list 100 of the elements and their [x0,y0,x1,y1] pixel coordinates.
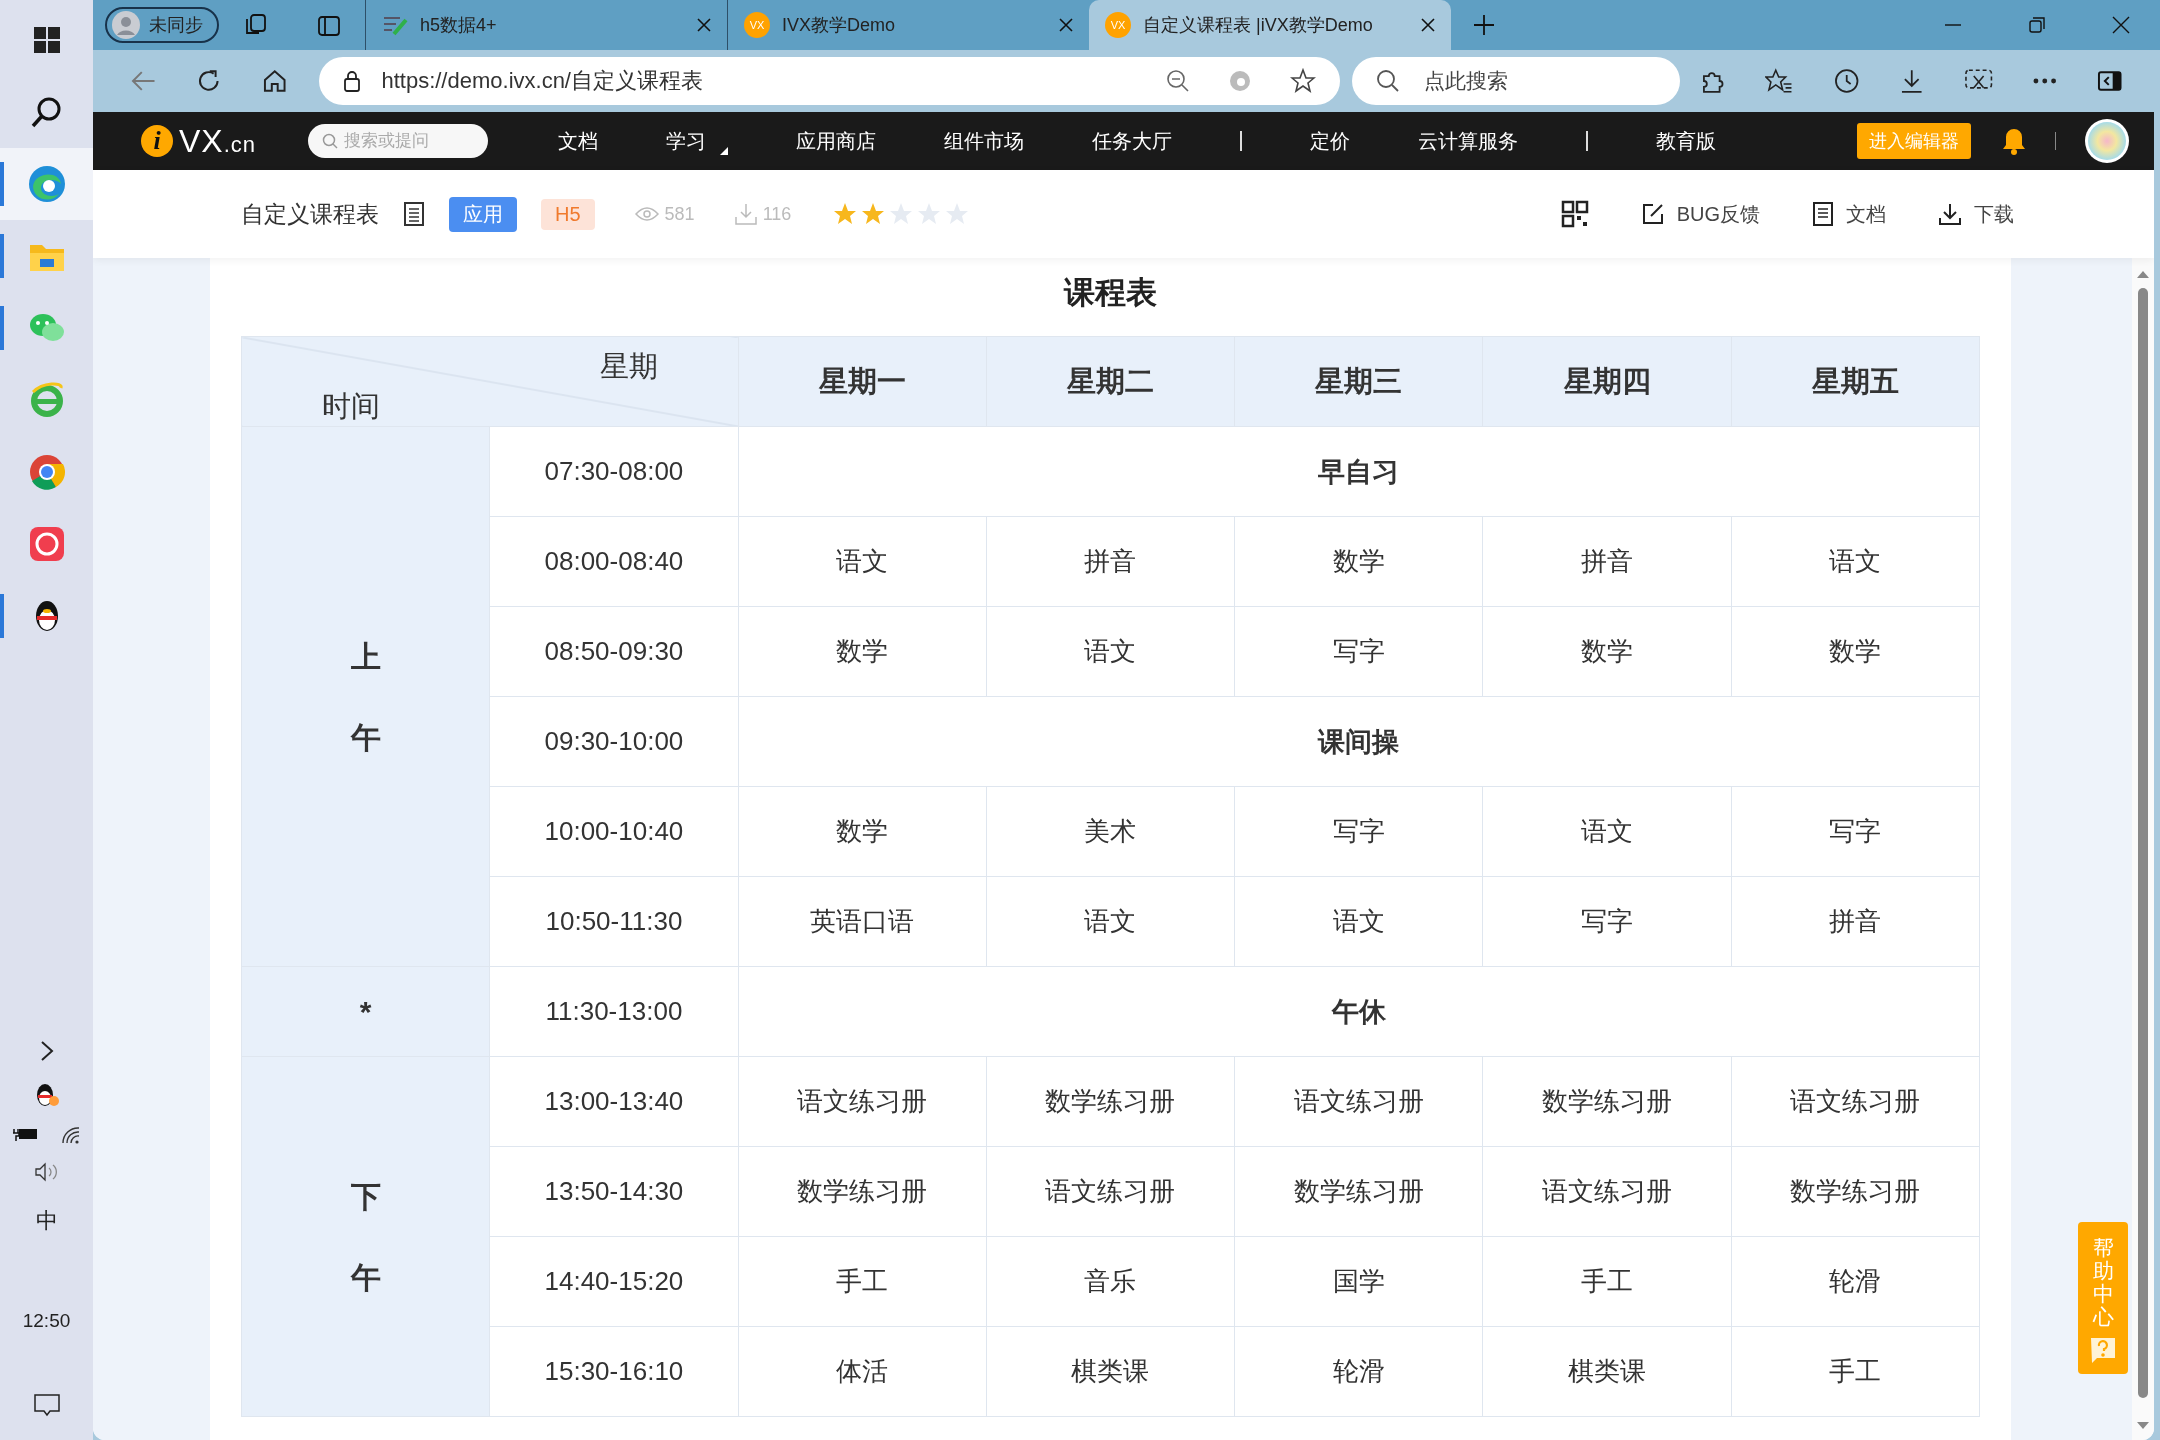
table-cell: 语文 [1234,876,1483,967]
star-icon[interactable] [1289,68,1316,94]
zoom-out-icon[interactable] [1165,69,1190,93]
back-icon[interactable] [131,70,157,92]
chrome-icon [28,454,65,490]
battery-icon[interactable] [12,1126,39,1142]
qr-code-icon[interactable] [1560,200,1589,228]
table-cell: 数学练习册 [1731,1146,1980,1237]
tag: 应用 [449,196,517,232]
scrollbar-thumb[interactable] [2138,288,2148,1398]
toolbar-link[interactable]: 文档 [1812,200,1886,228]
row-header: 时间 [322,389,380,424]
address-bar[interactable]: https://demo.ivx.cn/自定义课程表 [319,57,1340,105]
close-icon[interactable] [697,18,711,32]
browser-tab[interactable]: h5数据4+ [365,0,727,50]
nav-link[interactable]: 应用商店 [796,127,877,155]
period-cell: 下午 [241,1056,490,1417]
download-icon [734,203,757,225]
scroll-up-icon[interactable] [2137,270,2149,278]
break-cell: 午休 [738,966,1980,1057]
document-icon [382,14,408,36]
web-search-field[interactable]: 点此搜索 [1351,57,1680,105]
nav-link[interactable]: 定价 [1310,127,1351,155]
more-icon[interactable] [2033,78,2057,84]
table-cell: 语文练习册 [1482,1146,1732,1237]
timetable-title: 课程表 [1062,274,1158,312]
table-cell: 数学练习册 [1482,1056,1732,1147]
bell-icon[interactable] [2001,127,2027,155]
profile-button[interactable]: 未同步 [105,7,219,43]
clock[interactable]: 12:50 [22,1310,71,1332]
close-icon[interactable] [2112,16,2130,34]
new-tab-icon[interactable] [1473,14,1495,36]
favorites-icon[interactable] [1765,68,1793,94]
table-cell: 语文 [986,876,1235,967]
ie-icon [28,382,65,418]
site-search-field[interactable]: 搜索或提问 [308,124,489,158]
table-cell: 拼音 [986,516,1235,607]
star-icon [861,202,886,226]
column-header: 星期二 [986,336,1235,427]
collections-icon[interactable] [243,13,269,37]
lock-icon [343,70,362,92]
nav-link[interactable]: 教育版 [1656,127,1717,155]
table-cell: 拼音 [1731,876,1980,967]
nav-link[interactable]: 任务大厅 [1092,127,1173,155]
table-cell: 语文练习册 [1234,1056,1483,1147]
table-cell: 语文 [1731,516,1980,607]
table-cell: 美术 [986,786,1235,877]
nav-link[interactable]: 云计算服务 [1418,127,1519,155]
time-cell: 15:30-16:10 [489,1326,739,1417]
table-cell: 数学 [738,786,987,877]
table-cell: 数学 [1731,606,1980,697]
browser-tab[interactable]: VX 自定义课程表 |iVX教学Demo [1089,0,1451,50]
chevron-right-icon[interactable] [39,1040,54,1062]
time-cell: 07:30-08:00 [489,426,739,517]
break-cell: 早自习 [738,426,1980,517]
time-cell: 10:50-11:30 [489,876,739,967]
logo-text[interactable]: VX.cn [179,122,257,160]
time-cell: 09:30-10:00 [489,696,739,787]
ime-indicator[interactable]: 中 [35,1206,58,1236]
tab-actions-icon[interactable] [317,15,341,37]
time-cell: 10:00-10:40 [489,786,739,877]
home-icon[interactable] [261,68,288,94]
logo-mark[interactable]: i [141,125,173,157]
table-cell: 语文 [986,606,1235,697]
search-icon [1375,69,1400,93]
question-icon [2089,1336,2117,1364]
table-cell: 数学 [738,606,987,697]
time-cell: 08:50-09:30 [489,606,739,697]
download-icon[interactable] [1900,68,1924,94]
restore-icon[interactable] [2028,16,2046,34]
table-cell: 写字 [1234,786,1483,877]
sidebar-icon[interactable] [2096,70,2122,92]
nav-link[interactable]: 文档 [558,127,599,155]
nav-link[interactable]: 组件市场 [944,127,1025,155]
close-icon[interactable] [1059,18,1073,32]
period-cell: * [241,966,490,1057]
tag: H5 [541,198,595,230]
site-favicon: VX [1105,12,1131,38]
toolbar-link[interactable]: BUG反馈 [1640,200,1760,228]
close-icon[interactable] [1421,18,1435,32]
wifi-icon[interactable] [60,1126,81,1144]
volume-icon[interactable] [34,1162,59,1182]
caret-icon [720,146,729,155]
scroll-down-icon[interactable] [2137,1422,2149,1430]
browser-tab[interactable]: VX IVX教学Demo [727,0,1089,50]
table-cell: 轮滑 [1731,1236,1980,1327]
table-cell: 数学 [1234,516,1483,607]
document-icon[interactable] [403,201,425,227]
nav-menu[interactable]: 学习 [666,127,729,155]
avatar-icon[interactable] [2084,118,2130,164]
break-cell: 课间操 [738,696,1980,787]
site-favicon: VX [744,12,770,38]
table-cell: 棋类课 [1482,1326,1732,1417]
table-cell: 语文 [738,516,987,607]
download-icon [1938,202,1962,226]
notification-icon[interactable] [33,1394,60,1418]
history-icon[interactable] [1832,67,1861,95]
toolbar-link[interactable]: 下载 [1938,200,2014,228]
column-header: 星期四 [1482,336,1732,427]
table-cell: 音乐 [986,1236,1235,1327]
